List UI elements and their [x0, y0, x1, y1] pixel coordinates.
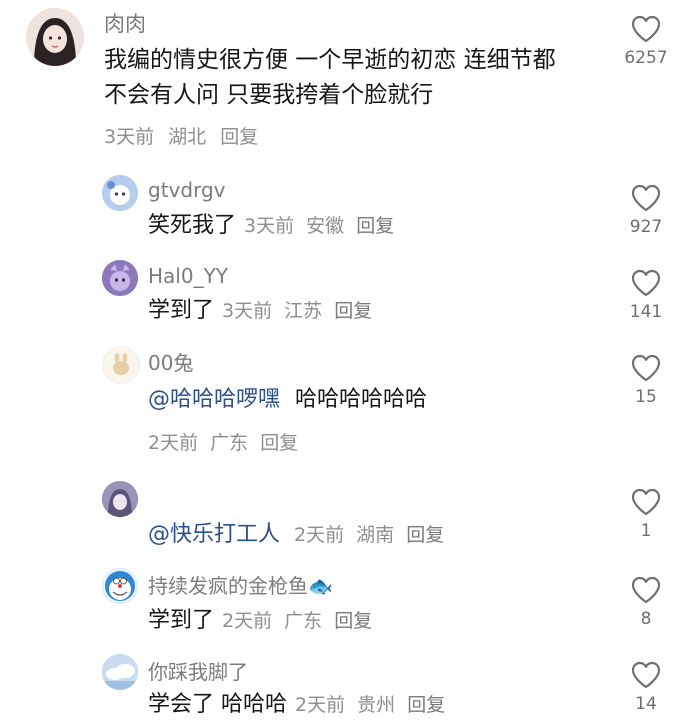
like-button[interactable]: 14 [616, 660, 676, 714]
comment-text: 学会了 哈哈哈 [148, 692, 287, 717]
avatar[interactable] [102, 175, 138, 211]
comment-text-row: 学会了 哈哈哈 2天前 贵州 回复 [148, 690, 445, 720]
comment-location: 安徽 [306, 215, 345, 237]
like-button[interactable]: 15 [616, 353, 676, 407]
reply-button[interactable]: 回复 [334, 300, 372, 322]
comment-location: 贵州 [357, 694, 396, 716]
comment-text-row: @快乐打工人 2天前 湖南 回复 [148, 520, 444, 550]
like-count: 141 [629, 302, 663, 322]
avatar[interactable] [102, 346, 140, 384]
comment-meta: 2天前 广东 回复 [222, 610, 372, 632]
comment-meta: 2天前 湖南 回复 [294, 524, 444, 546]
comment-meta: 2天前 贵州 回复 [295, 694, 445, 716]
comment-time: 3天前 [244, 215, 295, 237]
avatar[interactable] [102, 654, 138, 690]
avatar[interactable] [102, 481, 138, 517]
like-count: 1 [640, 521, 652, 541]
heart-outline-icon [631, 354, 661, 382]
comment-time: 2天前 [294, 524, 345, 546]
like-button[interactable]: 141 [616, 268, 676, 322]
reply-button[interactable]: 回复 [406, 524, 444, 546]
comment-text: 我编的情史很方便 一个早逝的初恋 连细节都 [104, 47, 556, 73]
comment-meta: 2天前 广东 回复 [148, 428, 298, 455]
comment-text-row: 笑死我了 3天前 安徽 回复 [148, 211, 394, 241]
like-button[interactable]: 6257 [616, 14, 676, 68]
comment-time: 3天前 [104, 126, 155, 148]
reply-button[interactable]: 回复 [220, 126, 258, 148]
comment-text: 学到了 [148, 608, 215, 633]
comment-text: 哈哈哈哈哈哈 [295, 387, 428, 412]
comment-text-line-2: 不会有人问 只要我挎着个脸就行 [104, 82, 434, 108]
like-button[interactable]: 927 [616, 183, 676, 237]
comment-meta: 3天前 江苏 回复 [222, 300, 372, 322]
like-count: 927 [629, 217, 663, 237]
like-count: 8 [640, 609, 652, 629]
avatar[interactable] [26, 8, 84, 66]
like-count: 15 [635, 387, 657, 407]
comment-location: 湖南 [356, 524, 395, 546]
comment-location: 广东 [210, 432, 249, 454]
heart-outline-icon [631, 15, 661, 43]
comment-meta: 3天前 安徽 回复 [244, 215, 394, 237]
comment-username[interactable]: Hal0_YY [148, 264, 228, 288]
comment-text-row: 学到了 3天前 江苏 回复 [148, 296, 372, 326]
comment-time: 2天前 [148, 432, 199, 454]
avatar[interactable] [102, 260, 138, 296]
comment-meta: 3天前 湖北 回复 [104, 122, 258, 149]
like-count: 6257 [624, 48, 668, 68]
reply-button[interactable]: 回复 [407, 694, 445, 716]
comment-time: 3天前 [222, 300, 273, 322]
comment-location: 广东 [284, 610, 323, 632]
comment-username[interactable]: 肉肉 [104, 8, 146, 38]
comment-username[interactable]: gtvdrgv [148, 178, 225, 202]
heart-outline-icon [631, 488, 661, 516]
heart-outline-icon [631, 269, 661, 297]
comment-text: 笑死我了 [148, 213, 237, 238]
comment-username[interactable]: 00兔 [148, 347, 193, 376]
like-count: 14 [635, 694, 657, 714]
comment-location: 湖北 [168, 126, 207, 148]
reply-button[interactable]: 回复 [334, 610, 372, 632]
comment-username[interactable]: 你踩我脚了 [148, 656, 248, 685]
heart-outline-icon [631, 184, 661, 212]
avatar[interactable] [102, 568, 138, 604]
reply-button[interactable]: 回复 [356, 215, 394, 237]
like-button[interactable]: 1 [616, 487, 676, 541]
comment-time: 2天前 [222, 610, 273, 632]
heart-outline-icon [631, 576, 661, 604]
comment-location: 江苏 [284, 300, 323, 322]
mention-link[interactable]: @快乐打工人 [148, 522, 280, 547]
mention-link[interactable]: @哈哈哈啰嘿 [148, 387, 280, 412]
heart-outline-icon [631, 661, 661, 689]
comment-time: 2天前 [295, 694, 346, 716]
like-button[interactable]: 8 [616, 575, 676, 629]
comment-text: 学到了 [148, 298, 215, 323]
comment-username[interactable]: 持续发疯的金枪鱼🐟 [148, 570, 333, 599]
reply-button[interactable]: 回复 [260, 432, 298, 454]
comment-text-row: 学到了 2天前 广东 回复 [148, 606, 372, 636]
comment-text-row: @哈哈哈啰嘿 哈哈哈哈哈哈 [148, 385, 427, 415]
